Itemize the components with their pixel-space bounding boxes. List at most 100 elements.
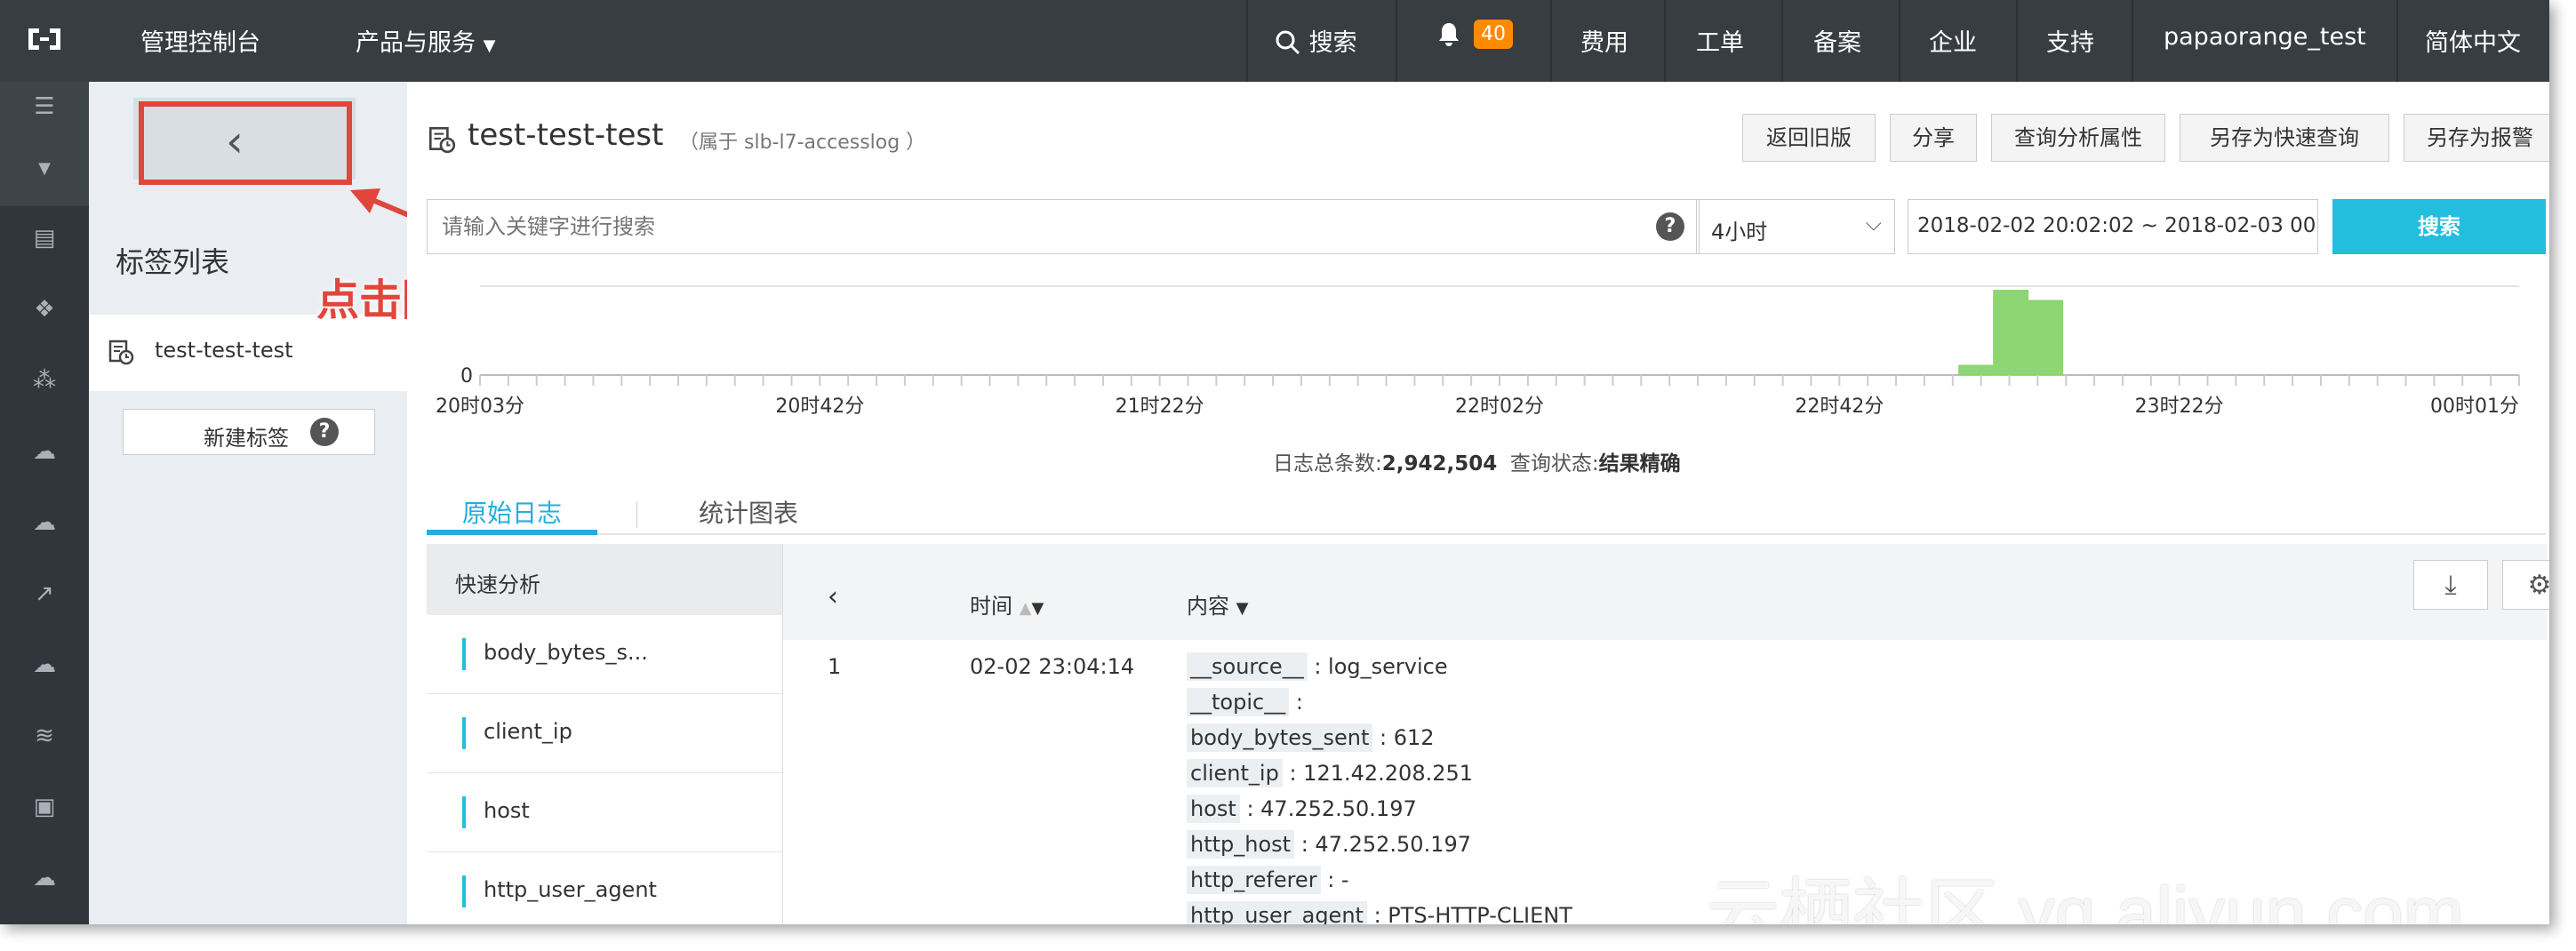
content-column-header[interactable]: 内容 ▼	[1187, 588, 1248, 619]
search-input[interactable]	[440, 200, 1599, 253]
cloud-icon[interactable]: ☁	[30, 651, 59, 679]
divider	[2132, 0, 2133, 82]
save-alert-button[interactable]: 另存为报警	[2404, 114, 2549, 162]
clouds-icon[interactable]: ☁	[30, 864, 59, 892]
sort-icon[interactable]: ▲▼	[1020, 599, 1044, 618]
dashboard-icon[interactable]: ▣	[30, 793, 59, 821]
save-quick-query-button[interactable]: 另存为快速查询	[2180, 114, 2389, 162]
quick-analysis-field[interactable]: body_bytes_s...	[427, 615, 782, 694]
log-table-header: ‹ 时间 ▲▼ 内容 ▼ ⤓ ⚙	[783, 544, 2549, 640]
quick-analysis-panel: 快速分析 body_bytes_s... client_ip host http…	[427, 544, 782, 924]
row-index: 1	[828, 654, 842, 679]
query-properties-button[interactable]: 查询分析属性	[1991, 114, 2165, 162]
back-to-old-version-button[interactable]: 返回旧版	[1742, 114, 1876, 162]
server-icon[interactable]: ▤	[30, 224, 59, 252]
time-range-select[interactable]: 4小时 ⌵	[1696, 199, 1895, 254]
caret-down-icon: ▼	[1236, 599, 1249, 618]
log-field: http_user_agent : PTS-HTTP-CLIENT	[1187, 901, 1572, 924]
log-field-key[interactable]: client_ip	[1187, 759, 1283, 787]
query-status-label: 查询状态:	[1509, 452, 1599, 476]
tab-charts[interactable]: 统计图表	[699, 494, 798, 530]
settings-button[interactable]: ⚙	[2502, 560, 2549, 610]
active-tab-indicator	[427, 530, 597, 535]
cloud-settings-icon[interactable]: ☁	[30, 508, 59, 537]
query-status-value: 结果精确	[1598, 452, 1681, 476]
log-field-value[interactable]: : log_service	[1308, 654, 1447, 679]
log-field-value[interactable]: : PTS-HTTP-CLIENT	[1367, 903, 1572, 924]
tab-baseline	[427, 533, 2546, 535]
date-range-field[interactable]: 2018-02-02 20:02:02 ~ 2018-02-03 00:02:0…	[1908, 199, 2318, 254]
log-field-value[interactable]: : 47.252.50.197	[1240, 796, 1416, 821]
field-marker	[462, 638, 466, 670]
log-field-value[interactable]: : 121.42.208.251	[1283, 761, 1473, 786]
top-navbar: 管理控制台 产品与服务 ▼ 搜索 40 费用 工单 备案 企业 支持 papao…	[0, 0, 2549, 82]
log-field-value[interactable]: : 612	[1372, 725, 1435, 750]
notification-button[interactable]	[1436, 21, 1461, 54]
enterprise-link[interactable]: 企业	[1929, 23, 1977, 58]
quick-analysis-field[interactable]: client_ip	[427, 694, 782, 773]
trend-icon[interactable]: ↗	[30, 579, 59, 608]
support-link[interactable]: 支持	[2046, 23, 2094, 58]
new-tag-label: 新建标签	[204, 426, 289, 451]
log-field-value[interactable]: : 47.252.50.197	[1294, 832, 1471, 857]
product-icon-sidebar: ☰ ▼ ▤ ❖ ⁂ ☁ ☁ ↗ ☁ ≋ ▣ ☁	[0, 82, 89, 924]
time-column-label: 时间	[970, 594, 1012, 619]
field-label: body_bytes_s...	[484, 640, 648, 665]
quick-analysis-field[interactable]: http_user_agent	[427, 852, 782, 924]
divider	[1550, 0, 1552, 82]
cloud-upload-icon[interactable]: ☁	[30, 437, 59, 466]
log-field: host : 47.252.50.197	[1187, 795, 1417, 823]
tab-raw-logs[interactable]: 原始日志	[462, 494, 562, 530]
help-icon[interactable]: ?	[310, 418, 339, 446]
collapse-panel-button[interactable]: ‹	[828, 581, 838, 612]
filing-link[interactable]: 备案	[1813, 23, 1861, 58]
language-switch[interactable]: 简体中文	[2425, 23, 2521, 58]
log-field: __source__ : log_service	[1187, 652, 1448, 681]
log-field-value[interactable]: : -	[1321, 867, 1348, 892]
log-field-key[interactable]: __topic__	[1187, 688, 1290, 716]
divider	[1246, 0, 1248, 82]
layers-icon[interactable]: ≋	[30, 722, 59, 750]
log-field-key[interactable]: body_bytes_sent	[1187, 723, 1373, 752]
annotation-highlight-box	[139, 101, 352, 185]
log-field: client_ip : 121.42.208.251	[1187, 759, 1473, 787]
notification-count-badge: 40	[1474, 20, 1513, 49]
bell-icon	[1439, 23, 1459, 46]
aliyun-logo-icon[interactable]	[25, 25, 64, 53]
download-icon: ⤓	[2444, 570, 2457, 601]
menu-icon[interactable]: ☰	[30, 92, 59, 121]
billing-link[interactable]: 费用	[1580, 23, 1628, 58]
user-menu[interactable]: papaorange_test	[2164, 23, 2366, 51]
cluster-icon[interactable]: ❖	[30, 295, 59, 324]
caret-down-icon[interactable]: ▼	[30, 155, 59, 183]
tickets-link[interactable]: 工单	[1696, 23, 1744, 58]
new-tag-button[interactable]: 新建标签 ?	[123, 409, 375, 455]
search-button[interactable]: 搜索	[2332, 199, 2546, 254]
console-link[interactable]: 管理控制台	[140, 23, 260, 58]
chart-y-tick-label: 0	[460, 365, 473, 388]
log-field-key[interactable]: http_user_agent	[1187, 901, 1367, 924]
divider	[1899, 0, 1900, 82]
field-marker	[462, 717, 466, 749]
log-field-value[interactable]: :	[1289, 690, 1303, 715]
log-field-key[interactable]: http_host	[1187, 830, 1295, 859]
field-label: host	[484, 798, 530, 823]
chevron-down-icon: ⌵	[1865, 211, 1882, 236]
search-nav-button[interactable]: 搜索	[1275, 23, 1357, 58]
products-menu[interactable]: 产品与服务 ▼	[356, 23, 495, 58]
field-marker	[462, 796, 466, 828]
divider	[1664, 0, 1666, 82]
log-field-key[interactable]: http_referer	[1187, 866, 1321, 894]
quick-analysis-field[interactable]: host	[427, 773, 782, 852]
log-histogram-chart: 0 20时03分 20时42分 21时22分 22时02分 22时42分 23时22分 00时…	[436, 285, 2520, 418]
tag-list-title: 标签列表	[116, 245, 230, 279]
time-column-header[interactable]: 时间 ▲▼	[970, 588, 1044, 619]
log-field-key[interactable]: host	[1187, 795, 1240, 823]
chart-x-tick-label: 21时22分	[1116, 396, 1204, 418]
help-icon[interactable]: ?	[1656, 212, 1684, 241]
query-stats: 日志总条数:2,942,504 查询状态:结果精确	[1273, 446, 1681, 476]
network-icon[interactable]: ⁂	[30, 366, 59, 395]
share-button[interactable]: 分享	[1890, 114, 1977, 162]
log-field-key[interactable]: __source__	[1187, 652, 1308, 681]
download-button[interactable]: ⤓	[2413, 560, 2488, 610]
